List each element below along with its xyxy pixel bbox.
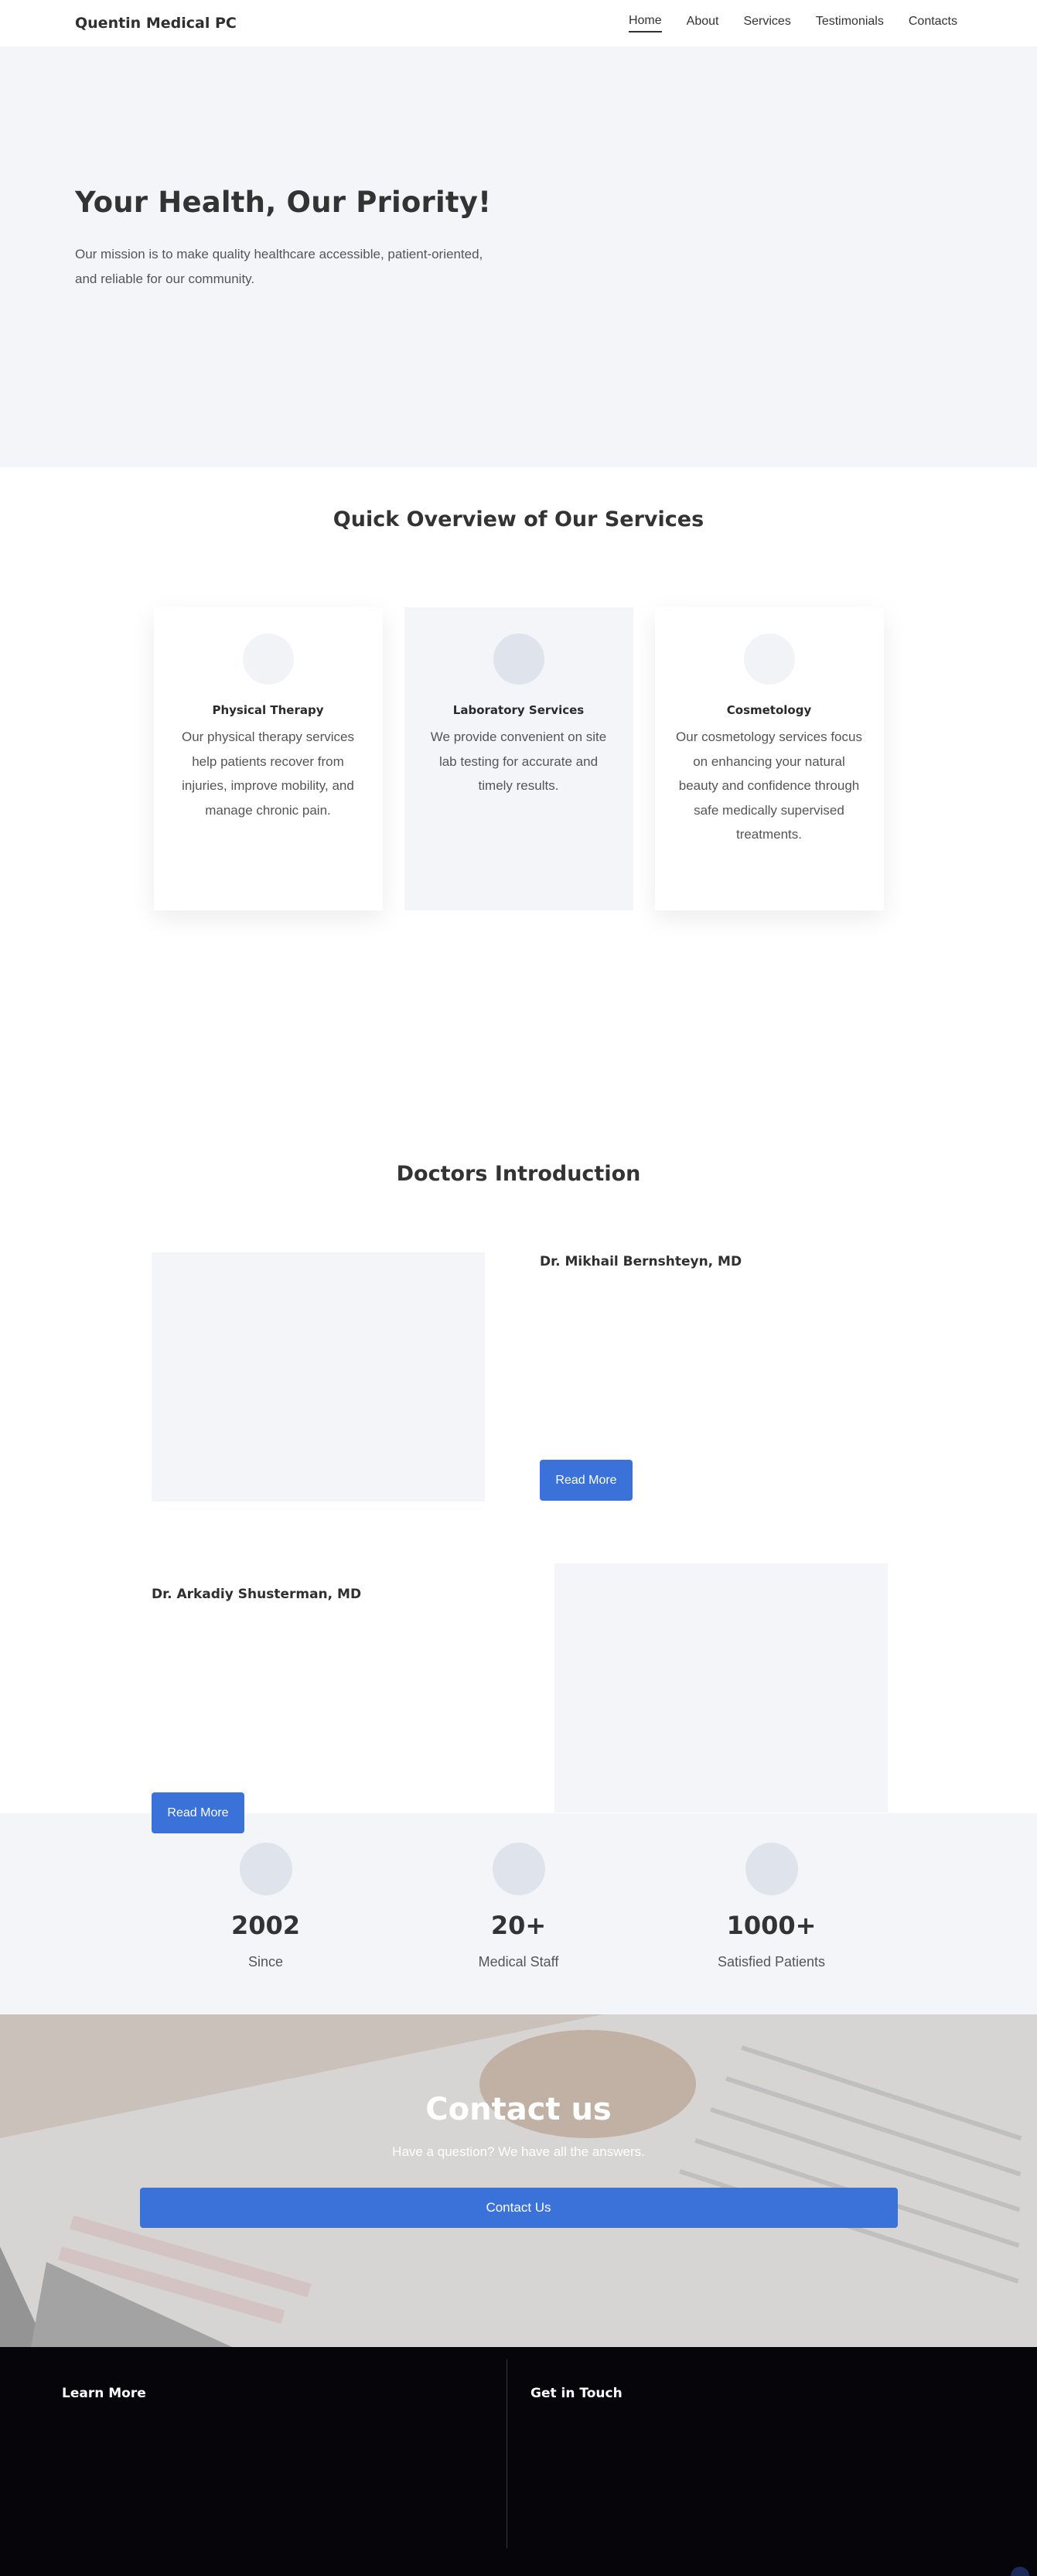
contact-subtitle: Have a question? We have all the answers…: [392, 2144, 645, 2159]
service-icon: [242, 634, 294, 685]
doctor-name: Dr. Arkadiy Shusterman, MD: [152, 1587, 362, 1602]
service-card-title: Physical Therapy: [212, 703, 324, 717]
contact-title: Contact us: [425, 2092, 612, 2127]
contact-us-button[interactable]: Contact Us: [139, 2188, 898, 2228]
nav-home[interactable]: Home: [628, 14, 662, 32]
hero-section: Your Health, Our Priority! Our mission i…: [0, 46, 1037, 467]
nav-testimonials[interactable]: Testimonials: [816, 15, 884, 32]
doctors-title: Doctors Introduction: [396, 1162, 641, 1186]
service-card-physical-therapy: Physical Therapy Our physical therapy se…: [153, 607, 383, 910]
stat-value: 1000+: [726, 1911, 817, 1940]
service-card-cosmetology: Cosmetology Our cosmetology services foc…: [654, 607, 884, 910]
service-card-text: We provide convenient on site lab testin…: [430, 729, 607, 793]
services-title: Quick Overview of Our Services: [333, 507, 704, 531]
service-card-laboratory: Laboratory Services We provide convenien…: [404, 607, 633, 910]
site-footer: Learn More Get in Touch: [0, 2347, 1037, 2576]
contact-content: Contact us Have a question? We have all …: [0, 2014, 1037, 2228]
doctor-name: Dr. Mikhail Bernshteyn, MD: [540, 1254, 742, 1269]
scroll-to-top-icon[interactable]: [1011, 2567, 1029, 2576]
footer-heading: Get in Touch: [530, 2386, 623, 2401]
service-cards: Physical Therapy Our physical therapy se…: [0, 607, 1037, 910]
doctor-photo: [152, 1252, 485, 1502]
nav-about[interactable]: About: [687, 15, 719, 32]
read-more-button[interactable]: Read More: [152, 1792, 244, 1833]
services-section: Quick Overview of Our Services Physical …: [0, 467, 1037, 1162]
stat-value: 2002: [230, 1911, 301, 1940]
service-card-title: Cosmetology: [726, 703, 812, 717]
stat-label: Satisfied Patients: [717, 1954, 826, 1970]
nav-contacts[interactable]: Contacts: [909, 15, 957, 32]
brand-logo[interactable]: Quentin Medical PC: [75, 15, 237, 32]
service-card-title: Laboratory Services: [452, 703, 585, 717]
service-card-text: Our cosmetology services focus on enhanc…: [676, 729, 862, 842]
stat-label: Since: [247, 1954, 284, 1970]
hero-title: Your Health, Our Priority!: [75, 186, 492, 219]
site-header: Quentin Medical PC Home About Services T…: [0, 0, 1037, 46]
read-more-button[interactable]: Read More: [540, 1460, 633, 1501]
hero-text: Our mission is to make quality healthcar…: [75, 247, 483, 286]
doctor-row: Dr. Mikhail Bernshteyn, MD Read More: [0, 1232, 1037, 1565]
footer-col-learn-more: Learn More: [0, 2347, 507, 2576]
doctor-row: Dr. Arkadiy Shusterman, MD Read More: [0, 1563, 1037, 1898]
doctors-section: Doctors Introduction Dr. Mikhail Bernsht…: [0, 1162, 1037, 1833]
main-nav: Home About Services Testimonials Contact…: [628, 14, 957, 32]
nav-services[interactable]: Services: [743, 15, 790, 32]
doctor-photo: [554, 1563, 888, 1812]
service-card-text: Our physical therapy services help patie…: [182, 729, 354, 818]
service-icon: [743, 634, 795, 685]
service-icon: [493, 634, 544, 685]
contact-section: Contact us Have a question? We have all …: [0, 2014, 1037, 2347]
footer-heading: Learn More: [62, 2386, 146, 2401]
stat-label: Medical Staff: [478, 1954, 559, 1970]
footer-col-get-in-touch: Get in Touch: [507, 2359, 1013, 2548]
stat-value: 20+: [490, 1911, 547, 1940]
